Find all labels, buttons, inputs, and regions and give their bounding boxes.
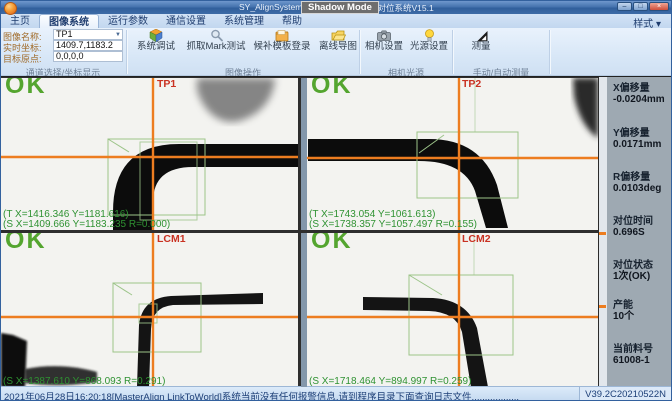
menu-comm-settings[interactable]: 通信设置	[157, 14, 215, 28]
offline-map-label: 离线导图	[315, 42, 361, 52]
camera-view-lcm1[interactable]: OK LCM1 (S X=1387.610 Y=868.093 R=0.291)	[1, 233, 298, 387]
app-window: SY_AlignSystemLinkT Shadow Mode 动对位系统V15…	[0, 0, 672, 401]
grab-mark-test-label: 抓取Mark测试	[184, 42, 248, 52]
status-ok: OK	[311, 233, 353, 255]
readout-label: X偏移量	[613, 83, 672, 94]
readout-value: 10个	[613, 311, 672, 322]
offline-map-button[interactable]: 离线导图	[315, 29, 361, 53]
status-ok: OK	[5, 233, 47, 255]
camera-canvas-tp2	[301, 78, 598, 230]
shadow-mode-badge: Shadow Mode	[301, 1, 379, 14]
status-ok: OK	[5, 78, 47, 100]
camera-label-tp2: TP2	[462, 78, 481, 90]
sidebar-splitter[interactable]	[598, 77, 607, 386]
title-bar: SY_AlignSystemLinkT Shadow Mode 动对位系统V15…	[1, 1, 672, 14]
current-coords-lcm2: (S X=1718.464 Y=894.997 R=0.259)	[309, 376, 471, 387]
target-origin-value: 0,0,0,0	[56, 51, 84, 61]
status-bar: 2021年06月28日16:20:18[MasterAlign LinkToWo…	[1, 386, 672, 401]
readout-label: 当前料号	[613, 344, 672, 355]
realtime-coord-field[interactable]: 1409.7,1183.2	[53, 40, 123, 51]
menu-bar: 主页 图像系统 运行参数 通信设置 系统管理 帮助	[1, 14, 672, 28]
group-camera-light: 相机光源	[360, 66, 452, 76]
menu-image-system[interactable]: 图像系统	[39, 14, 99, 28]
readout-capacity: 产能 10个	[613, 300, 672, 322]
readout-value: 0.0103deg	[613, 183, 672, 194]
camera-canvas-tp1	[1, 78, 298, 230]
backup-template-login-button[interactable]: 候补模板登录	[250, 29, 314, 53]
menu-run-params[interactable]: 运行参数	[99, 14, 157, 28]
view-splitter	[301, 78, 307, 230]
maximize-button[interactable]: □	[633, 2, 648, 11]
app-logo-icon[interactable]	[4, 2, 17, 15]
camera-canvas-lcm2	[301, 233, 598, 387]
light-settings-button[interactable]: 光源设置	[406, 29, 452, 53]
ribbon-toolbar: 图像名称: TP1 ▼ 实时坐标: 1409.7,1183.2 目标原点: 0,…	[1, 28, 672, 76]
system-debug-button[interactable]: 系统调试	[129, 29, 183, 53]
target-origin-field[interactable]: 0,0,0,0	[53, 51, 123, 62]
readout-label: 产能	[613, 300, 672, 311]
readout-align-status: 对位状态 1次(OK)	[613, 260, 672, 282]
backup-template-login-label: 候补模板登录	[250, 42, 314, 52]
camera-view-tp1[interactable]: OK TP1 (T X=1416.346 Y=1181.616) (S X=14…	[1, 78, 298, 230]
readout-label: Y偏移量	[613, 128, 672, 139]
camera-canvas-lcm1	[1, 233, 298, 387]
readout-value: 61008-1	[613, 355, 672, 366]
measure-label: 测量	[459, 42, 503, 52]
readout-y-offset: Y偏移量 0.0171mm	[613, 128, 672, 150]
coordinate-fields: 图像名称: TP1 ▼ 实时坐标: 1409.7,1183.2 目标原点: 0,…	[3, 29, 125, 62]
group-channel-coord: 通道选择/坐标显示	[1, 66, 125, 76]
readout-label: 对位状态	[613, 260, 672, 271]
readout-value: 1次(OK)	[613, 271, 672, 282]
readout-label: R偏移量	[613, 172, 672, 183]
readout-label: 对位时间	[613, 216, 672, 227]
target-origin-label: 目标原点:	[3, 52, 42, 65]
group-manual-auto-measure: 手动/自动测量	[453, 66, 549, 76]
grab-mark-test-button[interactable]: 抓取Mark测试	[184, 29, 248, 53]
status-ok: OK	[311, 78, 353, 100]
group-image-ops: 图像操作	[127, 66, 359, 76]
minimize-button[interactable]: –	[617, 2, 632, 11]
menu-system-mgmt[interactable]: 系统管理	[215, 14, 273, 28]
camera-settings-label: 相机设置	[362, 42, 406, 52]
readout-value: 0.0171mm	[613, 139, 672, 150]
image-name-value: TP1	[56, 29, 73, 39]
current-coords-tp1: (S X=1409.666 Y=1183.235 R=0.000)	[3, 219, 170, 230]
menu-help[interactable]: 帮助	[273, 14, 311, 28]
readout-value: -0.0204mm	[613, 94, 672, 105]
camera-settings-button[interactable]: 相机设置	[362, 29, 406, 53]
system-debug-label: 系统调试	[129, 42, 183, 52]
camera-label-tp1: TP1	[157, 78, 176, 90]
menu-home[interactable]: 主页	[1, 14, 39, 28]
camera-view-tp2[interactable]: OK TP2 (T X=1743.054 Y=1061.613) (S X=17…	[301, 78, 598, 230]
readout-x-offset: X偏移量 -0.0204mm	[613, 83, 672, 105]
close-button[interactable]: ×	[649, 2, 669, 11]
view-splitter	[301, 233, 307, 387]
current-coords-lcm1: (S X=1387.610 Y=868.093 R=0.291)	[3, 376, 165, 387]
camera-view-lcm2[interactable]: OK LCM2 (S X=1718.464 Y=894.997 R=0.259)	[301, 233, 598, 387]
version-label: V39.2C20210522N	[579, 387, 671, 401]
readout-part-number: 当前料号 61008-1	[613, 344, 672, 366]
current-coords-tp2: (S X=1738.357 Y=1057.497 R=0.155)	[309, 219, 477, 230]
light-settings-label: 光源设置	[406, 42, 452, 52]
measure-button[interactable]: 测量	[459, 29, 503, 53]
readout-align-time: 对位时间 0.696S	[613, 216, 672, 238]
image-name-select[interactable]: TP1 ▼	[53, 29, 123, 40]
camera-label-lcm2: LCM2	[462, 233, 491, 245]
camera-label-lcm1: LCM1	[157, 233, 186, 245]
splitter-tick	[599, 305, 606, 308]
readout-value: 0.696S	[613, 227, 672, 238]
chevron-down-icon[interactable]: ▼	[115, 31, 121, 40]
splitter-tick	[599, 232, 606, 235]
measurement-sidebar: X偏移量 -0.0204mm Y偏移量 0.0171mm R偏移量 0.0103…	[607, 77, 672, 386]
status-message: 2021年06月28日16:20:18[MasterAlign LinkToWo…	[4, 389, 519, 401]
readout-r-offset: R偏移量 0.0103deg	[613, 172, 672, 194]
camera-grid: OK TP1 (T X=1416.346 Y=1181.616) (S X=14…	[1, 76, 672, 386]
realtime-coord-value: 1409.7,1183.2	[56, 40, 113, 50]
